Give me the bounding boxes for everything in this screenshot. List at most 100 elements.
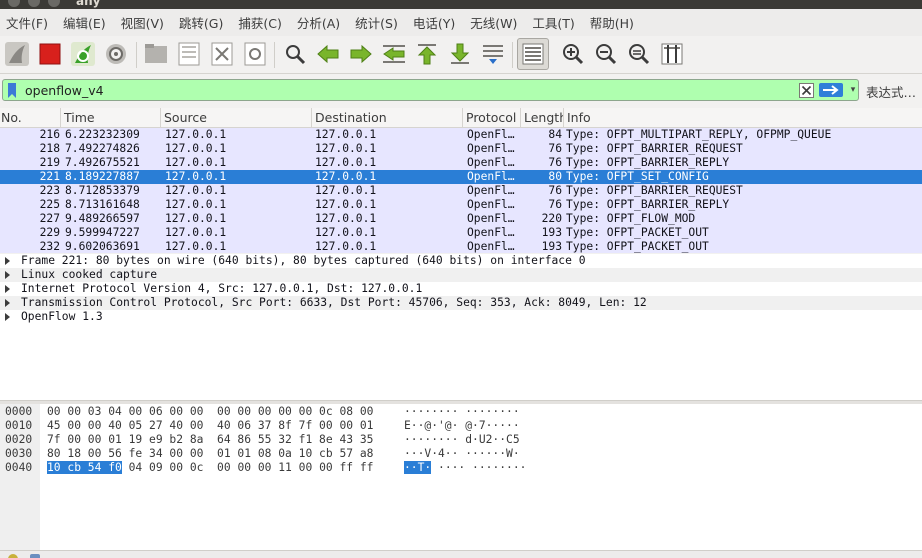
display-filter-field[interactable]: ▾ [2, 79, 859, 101]
expert-info-icon[interactable] [8, 554, 18, 558]
byte-ascii[interactable]: E··@·'@· @·7····· [404, 419, 520, 433]
packet-bytes-pane: 0000 00 00 03 04 00 06 00 00 00 00 00 00 … [0, 404, 922, 550]
shark-fin-start-icon[interactable] [2, 39, 32, 69]
status-bar [0, 550, 922, 558]
detail-tree-item[interactable]: OpenFlow 1.3 [0, 310, 922, 324]
first-packet-icon[interactable] [412, 39, 442, 69]
detail-tree-item[interactable]: Internet Protocol Version 4, Src: 127.0.… [0, 282, 922, 296]
menu-analyze[interactable]: 分析(A) [297, 13, 340, 32]
detail-tree-label: Frame 221: 80 bytes on wire (640 bits), … [21, 254, 586, 267]
detail-tree-label: OpenFlow 1.3 [21, 310, 103, 323]
menu-tools[interactable]: 工具(T) [532, 13, 574, 32]
byte-ascii[interactable]: ········ d·U2··C5 [404, 433, 520, 447]
go-forward-icon[interactable] [346, 39, 376, 69]
cell-info: Type: OFPT_BARRIER_REQUEST [566, 142, 743, 155]
capture-file-properties-icon[interactable] [30, 554, 40, 558]
zoom-in-icon[interactable] [558, 39, 588, 69]
go-back-icon[interactable] [313, 39, 343, 69]
table-row[interactable]: 221 8.189227887 127.0.0.1 127.0.0.1 OpenFl… 8… [0, 170, 922, 184]
byte-ascii[interactable]: ········ ········ [404, 405, 520, 419]
menu-capture[interactable]: 捕获(C) [238, 13, 281, 32]
menu-wireless[interactable]: 无线(W) [470, 13, 517, 32]
maximize-window-icon[interactable] [48, 0, 60, 7]
resize-columns-icon[interactable] [657, 39, 687, 69]
table-row[interactable]: 216 6.223232309 127.0.0.1 127.0.0.1 OpenFl… 8… [0, 128, 922, 142]
cell-protocol: OpenFl… [467, 198, 515, 211]
clear-filter-icon[interactable] [799, 83, 814, 98]
cell-source: 127.0.0.1 [165, 156, 227, 169]
packet-details-pane: Frame 221: 80 bytes on wire (640 bits), … [0, 254, 922, 400]
cell-length: 76 [548, 142, 562, 155]
autoscroll-icon[interactable] [478, 39, 508, 69]
hex-text: 7f 00 00 01 19 e9 b2 8a 64 86 55 32 f1 8… [47, 433, 374, 446]
go-to-packet-icon[interactable] [379, 39, 409, 69]
byte-hex[interactable]: 00 00 03 04 00 06 00 00 00 00 00 00 00 0… [47, 405, 373, 419]
cell-length: 220 [541, 212, 562, 225]
cell-info: Type: OFPT_BARRIER_REPLY [566, 198, 730, 211]
apply-filter-icon[interactable] [819, 83, 843, 97]
detail-tree-item[interactable]: Frame 221: 80 bytes on wire (640 bits), … [0, 254, 922, 268]
normal-size-icon[interactable] [624, 39, 654, 69]
menu-telephony[interactable]: 电话(Y) [413, 13, 455, 32]
expand-arrow-icon[interactable] [5, 313, 10, 321]
stop-capture-icon[interactable] [35, 39, 65, 69]
last-packet-icon[interactable] [445, 39, 475, 69]
expression-button[interactable]: 表达式… [866, 82, 916, 101]
menu-edit[interactable]: 编辑(E) [63, 13, 106, 32]
filter-history-dropdown-icon[interactable]: ▾ [848, 83, 858, 97]
table-row[interactable]: 218 7.492274826 127.0.0.1 127.0.0.1 OpenFl… 7… [0, 142, 922, 156]
cell-time: 7.492274826 [65, 142, 140, 155]
colorize-icon[interactable] [517, 38, 549, 70]
table-row[interactable]: 219 7.492675521 127.0.0.1 127.0.0.1 OpenFl… 7… [0, 156, 922, 170]
cell-protocol: OpenFl… [467, 128, 515, 141]
column-header-source[interactable]: Source [161, 108, 312, 128]
close-file-icon[interactable] [207, 39, 237, 69]
expand-arrow-icon[interactable] [5, 257, 10, 265]
bookmark-icon[interactable] [6, 83, 18, 98]
byte-hex[interactable]: 80 18 00 56 fe 34 00 00 01 01 08 0a 10 c… [47, 447, 373, 461]
menu-view[interactable]: 视图(V) [121, 13, 164, 32]
cell-no: 219 [39, 156, 60, 169]
column-header-no[interactable]: No. [0, 108, 61, 128]
detail-tree-item[interactable]: Linux cooked capture [0, 268, 922, 282]
detail-tree-item[interactable]: Transmission Control Protocol, Src Port:… [0, 296, 922, 310]
byte-ascii[interactable]: ···V·4·· ······W· [404, 447, 520, 461]
column-header-info[interactable]: Info [564, 108, 922, 128]
save-file-icon[interactable] [174, 39, 204, 69]
table-row[interactable]: 229 9.599947227 127.0.0.1 127.0.0.1 OpenFl… 1… [0, 226, 922, 240]
expand-arrow-icon[interactable] [5, 285, 10, 293]
menu-file[interactable]: 文件(F) [6, 13, 48, 32]
cell-destination: 127.0.0.1 [315, 212, 377, 225]
table-row[interactable]: 227 9.489266597 127.0.0.1 127.0.0.1 OpenFl… 2… [0, 212, 922, 226]
reload-file-icon[interactable] [240, 39, 270, 69]
expand-arrow-icon[interactable] [5, 271, 10, 279]
capture-options-icon[interactable] [101, 39, 131, 69]
menu-go[interactable]: 跳转(G) [179, 13, 223, 32]
table-row[interactable]: 232 9.602063691 127.0.0.1 127.0.0.1 OpenFl… 1… [0, 240, 922, 253]
toolbar-separator [274, 42, 275, 68]
open-file-icon[interactable] [141, 39, 171, 69]
byte-hex[interactable]: 7f 00 00 01 19 e9 b2 8a 64 86 55 32 f1 8… [47, 433, 373, 447]
zoom-out-icon[interactable] [591, 39, 621, 69]
byte-hex[interactable]: 45 00 00 40 05 27 40 00 40 06 37 8f 7f 0… [47, 419, 373, 433]
column-header-destination[interactable]: Destination [312, 108, 463, 128]
window-title: any [76, 0, 101, 8]
find-packet-icon[interactable] [280, 39, 310, 69]
cell-info: Type: OFPT_PACKET_OUT [566, 240, 709, 253]
close-window-icon[interactable] [8, 0, 20, 7]
byte-hex[interactable]: 10 cb 54 f0 04 09 00 0c 00 00 00 11 00 0… [47, 461, 373, 475]
column-header-time[interactable]: Time [61, 108, 161, 128]
menu-help[interactable]: 帮助(H) [590, 13, 634, 32]
display-filter-input[interactable] [23, 81, 793, 99]
byte-ascii[interactable]: ··T· ···· ········ [404, 461, 526, 475]
minimize-window-icon[interactable] [28, 0, 40, 7]
column-header-protocol[interactable]: Protocol [463, 108, 521, 128]
table-row[interactable]: 225 8.713161648 127.0.0.1 127.0.0.1 OpenFl… 7… [0, 198, 922, 212]
table-row[interactable]: 223 8.712853379 127.0.0.1 127.0.0.1 OpenFl… 7… [0, 184, 922, 198]
column-header-length[interactable]: Length [521, 108, 564, 128]
cell-source: 127.0.0.1 [165, 142, 227, 155]
main-toolbar [0, 36, 922, 74]
menu-statistics[interactable]: 统计(S) [355, 13, 398, 32]
restart-capture-icon[interactable] [68, 39, 98, 69]
expand-arrow-icon[interactable] [5, 299, 10, 307]
